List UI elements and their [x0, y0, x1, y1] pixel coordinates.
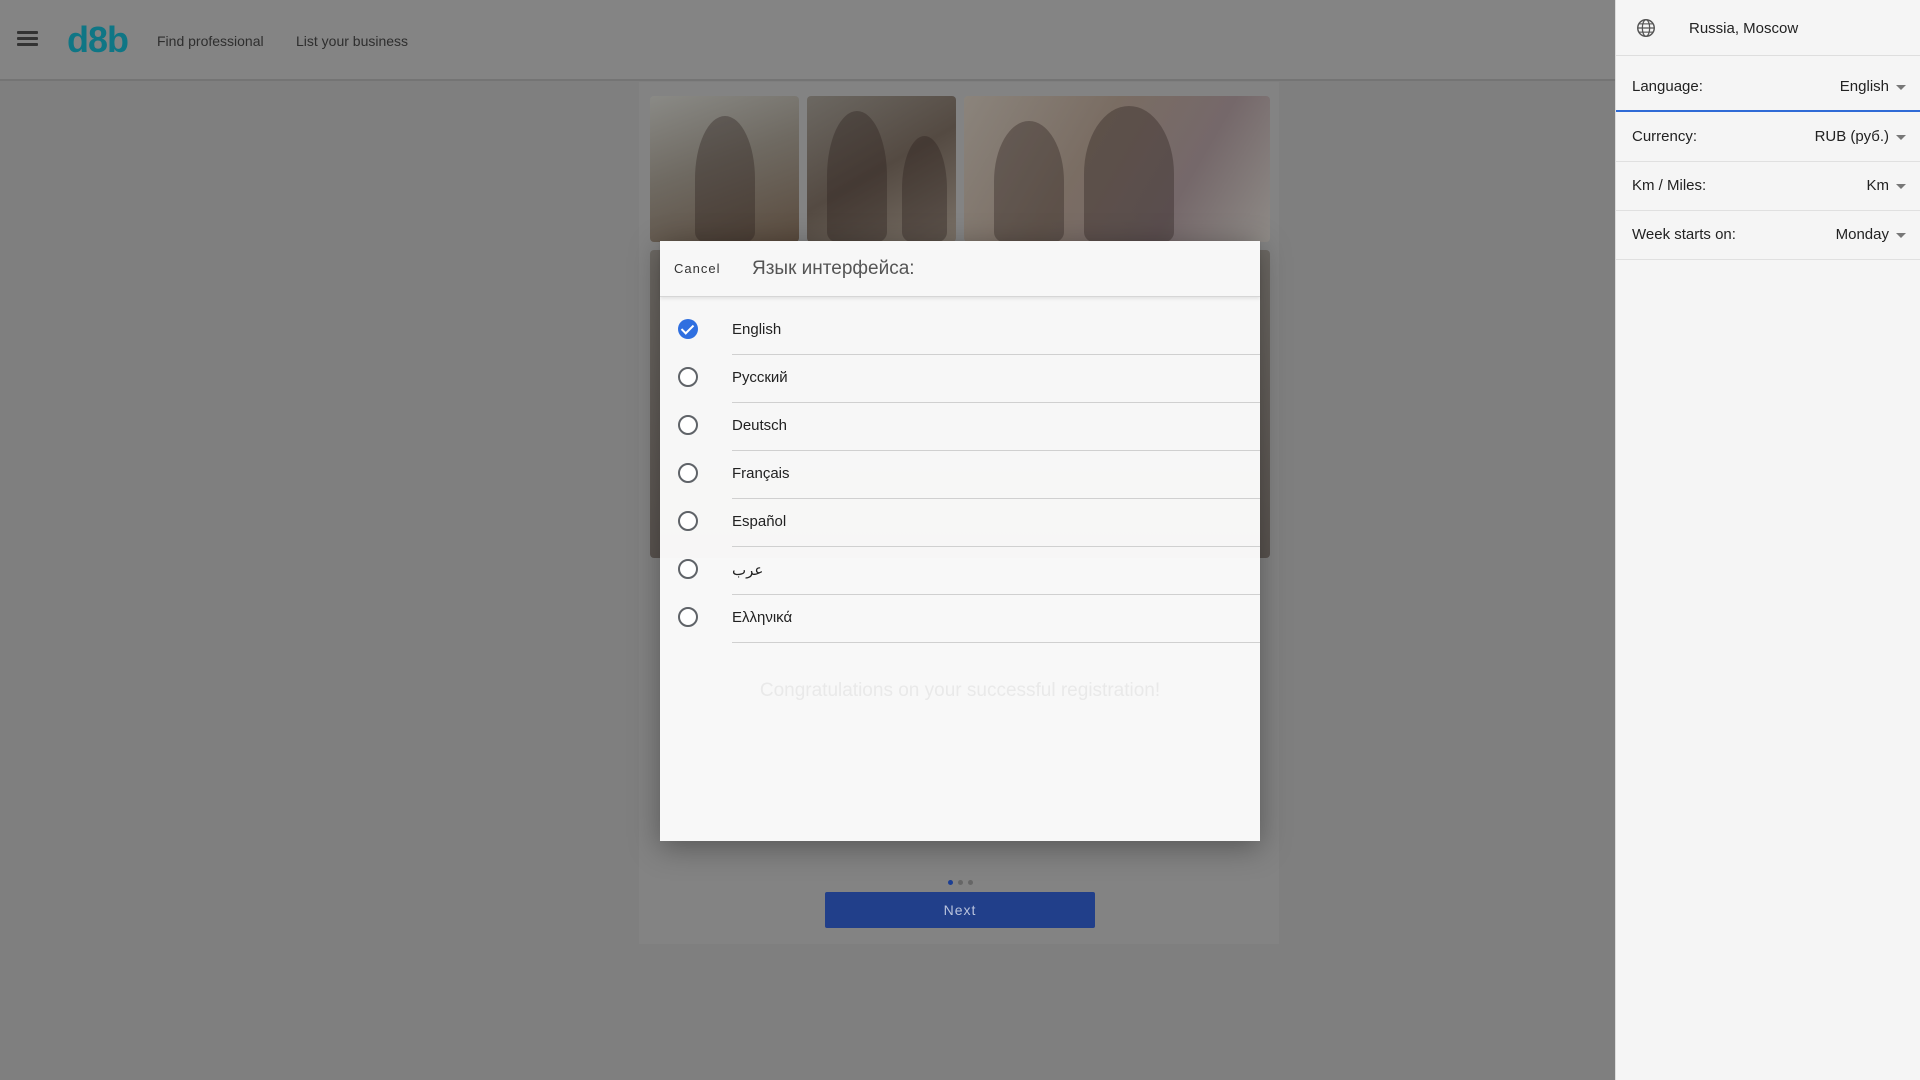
dropdown-caret-icon [1896, 135, 1906, 140]
radio-icon[interactable] [678, 463, 698, 483]
language-option-greek[interactable]: Ελληνικά [660, 595, 1260, 643]
photo-handyman [650, 96, 799, 242]
setting-value: Monday [1835, 226, 1889, 243]
hamburger-menu-icon[interactable] [17, 31, 38, 46]
language-option-german[interactable]: Deutsch [660, 403, 1260, 451]
dialog-header: Cancel Язык интерфейса: [660, 241, 1260, 297]
pager-dot[interactable] [958, 880, 963, 885]
globe-icon [1637, 19, 1655, 37]
radio-icon[interactable] [678, 415, 698, 435]
photo-mother-daughter [964, 96, 1270, 242]
setting-value: RUB (руб.) [1814, 128, 1889, 145]
setting-label: Week starts on: [1632, 226, 1736, 243]
week-start-setting[interactable]: Week starts on: Monday [1616, 211, 1920, 260]
next-button[interactable]: Next [825, 892, 1095, 928]
setting-value: English [1839, 78, 1889, 95]
language-setting[interactable]: Language: English [1616, 63, 1920, 112]
pager-dot[interactable] [948, 880, 953, 885]
distance-unit-setting[interactable]: Km / Miles: Km [1616, 162, 1920, 211]
currency-setting[interactable]: Currency: RUB (руб.) [1616, 113, 1920, 162]
dropdown-caret-icon [1896, 233, 1906, 238]
dialog-title: Язык интерфейса: [752, 258, 915, 279]
cancel-button[interactable]: Cancel [674, 261, 720, 276]
setting-value: Km [1866, 177, 1890, 194]
language-option-english[interactable]: English [660, 307, 1260, 355]
settings-panel: Russia, Moscow Language: English Currenc… [1615, 0, 1920, 1080]
setting-label: Km / Miles: [1632, 177, 1707, 194]
language-label: Español [732, 513, 787, 530]
location-text: Russia, Moscow [1689, 20, 1799, 37]
language-list: English Русский Deutsch Français Español… [660, 307, 1260, 643]
language-option-arabic[interactable]: عرب [660, 547, 1260, 595]
divider [732, 642, 1260, 643]
setting-label: Language: [1632, 78, 1703, 95]
photo-father-son [807, 96, 956, 242]
top-header: d8b Find professional List your business [0, 0, 1615, 81]
nav-find-professional[interactable]: Find professional [157, 33, 264, 49]
dropdown-caret-icon [1896, 85, 1906, 90]
language-option-russian[interactable]: Русский [660, 355, 1260, 403]
language-option-spanish[interactable]: Español [660, 499, 1260, 547]
radio-icon[interactable] [678, 607, 698, 627]
language-label: Русский [732, 369, 788, 386]
radio-icon[interactable] [678, 559, 698, 579]
language-dialog: Cancel Язык интерфейса: Congratulations … [660, 241, 1260, 841]
language-label: Ελληνικά [732, 609, 793, 626]
radio-icon[interactable] [678, 511, 698, 531]
background-congrats-text: Congratulations on your successful regis… [759, 680, 1161, 701]
radio-checked-icon[interactable] [678, 319, 698, 339]
logo[interactable]: d8b [67, 19, 129, 61]
location-row[interactable]: Russia, Moscow [1616, 0, 1920, 56]
nav-list-business[interactable]: List your business [296, 33, 408, 49]
language-label: عرب [732, 562, 764, 579]
language-label: English [732, 321, 782, 338]
dropdown-caret-icon [1896, 184, 1906, 189]
language-option-french[interactable]: Français [660, 451, 1260, 499]
pager-dots [948, 872, 978, 890]
language-label: Français [732, 465, 790, 482]
language-label: Deutsch [732, 417, 788, 434]
pager-dot[interactable] [968, 880, 973, 885]
radio-icon[interactable] [678, 367, 698, 387]
setting-label: Currency: [1632, 128, 1698, 145]
